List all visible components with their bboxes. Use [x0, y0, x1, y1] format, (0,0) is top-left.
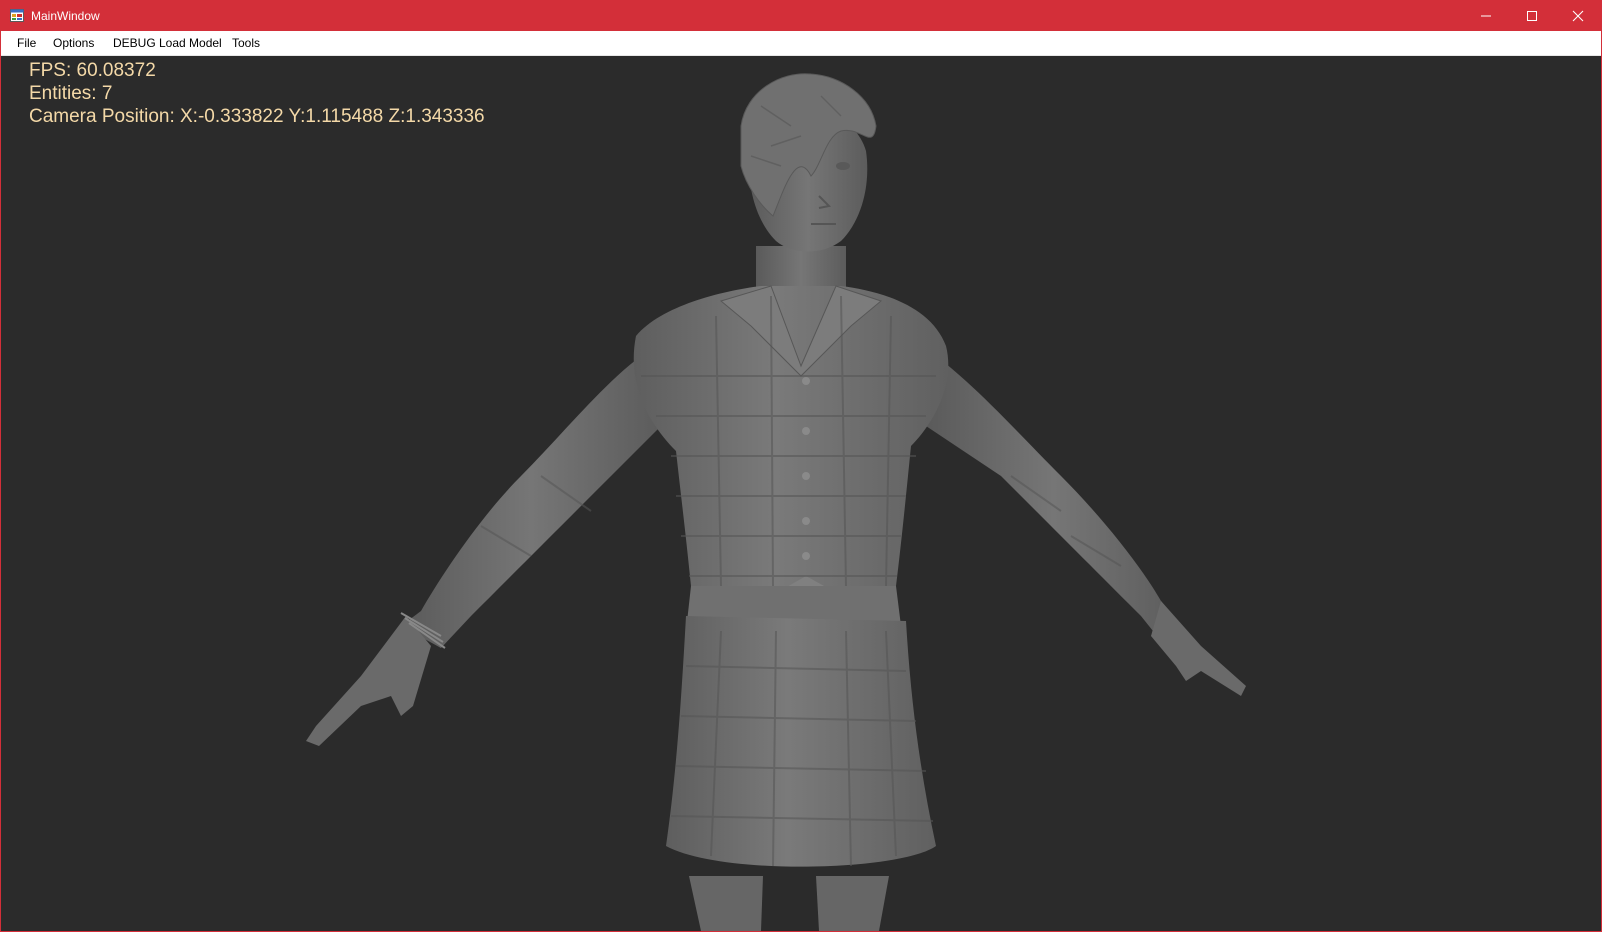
app-icon: [10, 9, 24, 22]
maximize-button[interactable]: [1509, 1, 1555, 31]
window-title: MainWindow: [31, 9, 100, 23]
render-viewport[interactable]: FPS: 60.08372 Entities: 7 Camera Positio…: [1, 56, 1601, 931]
camera-position-readout: Camera Position: X:-0.333822 Y:1.115488 …: [29, 106, 485, 127]
menu-bar: File Options DEBUG Load Model Tools: [1, 31, 1601, 56]
minimize-button[interactable]: [1463, 1, 1509, 31]
character-model: [306, 73, 1246, 931]
menu-options[interactable]: Options: [53, 36, 94, 50]
menu-file[interactable]: File: [17, 36, 36, 50]
entities-readout: Entities: 7: [29, 83, 113, 104]
maximize-icon: [1527, 11, 1537, 21]
main-window: MainWindow File Options DEBUG Load Model…: [0, 0, 1602, 932]
title-bar[interactable]: MainWindow: [1, 1, 1601, 31]
close-button[interactable]: [1555, 1, 1601, 31]
close-icon: [1572, 10, 1584, 22]
menu-tools[interactable]: Tools: [232, 36, 260, 50]
menu-debug-load-model[interactable]: DEBUG Load Model: [113, 36, 222, 50]
fps-readout: FPS: 60.08372: [29, 60, 156, 81]
minimize-icon: [1481, 15, 1491, 17]
